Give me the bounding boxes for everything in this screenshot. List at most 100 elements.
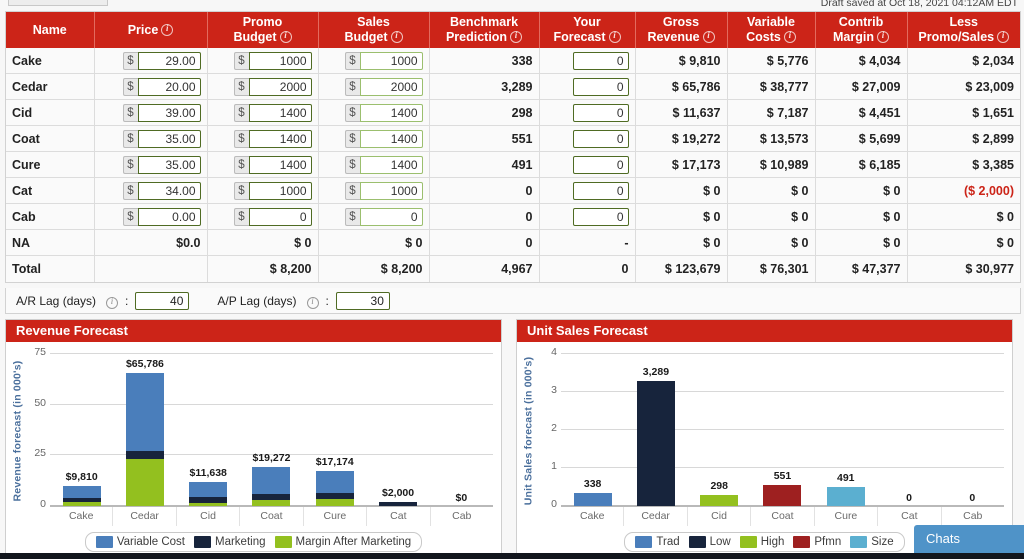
cell-sales-budget[interactable]: $1400 [318,99,430,127]
revenue-x-axis: Cake Cedar Cid Coat Cure Cat Cab [50,506,493,526]
cell-variable-costs: $ 76,301 [727,255,816,282]
bar[interactable]: 491 [826,472,865,506]
cell-sales-budget[interactable]: $1400 [318,151,430,179]
legend-item[interactable]: Size [850,536,894,548]
value-input[interactable]: 34.00 [137,181,201,200]
value-input[interactable]: 0 [572,207,629,226]
cell-sales-budget[interactable]: $1000 [318,177,430,205]
cell-your-forecast[interactable]: 0 [539,177,636,205]
value-input[interactable]: 20.00 [137,77,201,96]
cell-promo-budget[interactable]: $1400 [207,151,319,179]
value-input[interactable]: 2000 [248,77,312,96]
info-icon[interactable] [876,30,889,44]
cell-price[interactable]: $0.00 [94,203,208,231]
bar[interactable]: $17,174 [315,456,354,506]
value-input[interactable]: 1400 [359,103,423,122]
cell-sales-budget[interactable]: $1000 [318,47,430,75]
cell-price[interactable]: $20.00 [94,73,208,101]
cell-promo-budget[interactable]: $2000 [207,73,319,101]
value-input[interactable]: 2000 [359,77,423,96]
cell-your-forecast[interactable]: 0 [539,151,636,179]
column-header-less: Less Promo/Sales [907,12,1020,48]
info-icon[interactable] [161,23,174,37]
info-icon[interactable] [608,30,621,44]
bar[interactable]: 338 [573,478,612,506]
legend-swatch [194,536,211,548]
value-input[interactable]: 0 [572,103,629,122]
legend-item[interactable]: Trad [635,536,680,548]
value-input[interactable]: 0.00 [137,207,201,226]
legend-item[interactable]: Variable Cost [95,536,185,548]
legend-item[interactable]: Margin After Marketing [274,536,411,548]
value-input[interactable]: 0 [248,207,312,226]
cell-promo-budget[interactable]: $0 [207,203,319,231]
value-input[interactable]: 35.00 [137,155,201,174]
legend-item[interactable]: High [739,536,784,548]
ar-lag-input[interactable]: 40 [135,291,190,310]
cell-sales-budget[interactable]: $0 [318,203,430,231]
cell-your-forecast[interactable]: 0 [539,203,636,231]
cell-your-forecast[interactable]: 0 [539,47,636,75]
cell-less-promo-sales: $ 30,977 [907,255,1020,282]
bar[interactable]: $65,786 [125,358,164,506]
info-icon[interactable] [390,30,403,44]
bar[interactable]: $19,272 [252,452,291,506]
cell-price [94,255,208,282]
bar[interactable]: 298 [700,480,739,506]
value-input[interactable]: 1400 [359,129,423,148]
info-icon[interactable] [702,30,715,44]
table-row: Cid $39.00 $1400 $1400 298 0 $ 11,637 $ 7,187 $ … [6,99,1020,127]
value-input[interactable]: 1000 [248,51,312,70]
cell-sales-budget[interactable]: $2000 [318,73,430,101]
value-input[interactable]: 1000 [359,181,423,200]
ap-lag-input[interactable]: 30 [335,291,390,310]
cell-price[interactable]: $29.00 [94,47,208,75]
cell-your-forecast[interactable]: 0 [539,99,636,127]
legend-item[interactable]: Low [688,536,731,548]
info-icon[interactable] [997,30,1010,44]
bar[interactable]: $11,638 [189,467,228,506]
info-icon[interactable] [279,30,292,44]
value-input[interactable]: 0 [359,207,423,226]
cell-promo-budget[interactable]: $1000 [207,47,319,75]
info-icon[interactable] [106,296,119,309]
cell-promo-budget[interactable]: $1400 [207,99,319,127]
value-input[interactable]: 1000 [359,51,423,70]
cell-your-forecast[interactable]: 0 [539,125,636,153]
value-input[interactable]: 39.00 [137,103,201,122]
cell-sales-budget[interactable]: $1400 [318,125,430,153]
cell-price[interactable]: $34.00 [94,177,208,205]
cell-price[interactable]: $35.00 [94,125,208,153]
currency-prefix: $ [344,51,360,70]
info-icon[interactable] [510,30,523,44]
value-input[interactable]: 0 [572,181,629,200]
legend-item[interactable]: Marketing [194,536,266,548]
value-input[interactable]: 0 [572,51,629,70]
cell-promo-budget[interactable]: $1400 [207,125,319,153]
info-icon[interactable] [783,30,796,44]
revenue-chart: Revenue forecast (in 000's) 0 25 50 75 $9,81… [6,342,501,559]
info-icon[interactable] [306,296,319,309]
cell-benchmark-prediction: 3,289 [429,73,540,101]
cell-price[interactable]: $39.00 [94,99,208,127]
cell-promo-budget[interactable]: $1000 [207,177,319,205]
cell-your-forecast[interactable]: 0 [539,73,636,101]
value-input[interactable]: 0 [572,77,629,96]
legend-item[interactable]: Pfmn [793,536,841,548]
chats-widget[interactable]: Chats [914,525,1024,553]
tab-stub[interactable] [8,0,108,6]
value-input[interactable]: 1400 [248,129,312,148]
value-input[interactable]: 1400 [359,155,423,174]
value-input[interactable]: 29.00 [137,51,201,70]
value-input[interactable]: 1400 [248,155,312,174]
value-input[interactable]: 35.00 [137,129,201,148]
bar[interactable]: 551 [763,470,802,506]
cell-price[interactable]: $35.00 [94,151,208,179]
x-tick-label: Cake [50,507,114,526]
bar[interactable]: $9,810 [62,471,101,506]
value-input[interactable]: 1400 [248,103,312,122]
value-input[interactable]: 0 [572,129,629,148]
value-input[interactable]: 1000 [248,181,312,200]
bar[interactable]: 3,289 [636,366,675,506]
value-input[interactable]: 0 [572,155,629,174]
